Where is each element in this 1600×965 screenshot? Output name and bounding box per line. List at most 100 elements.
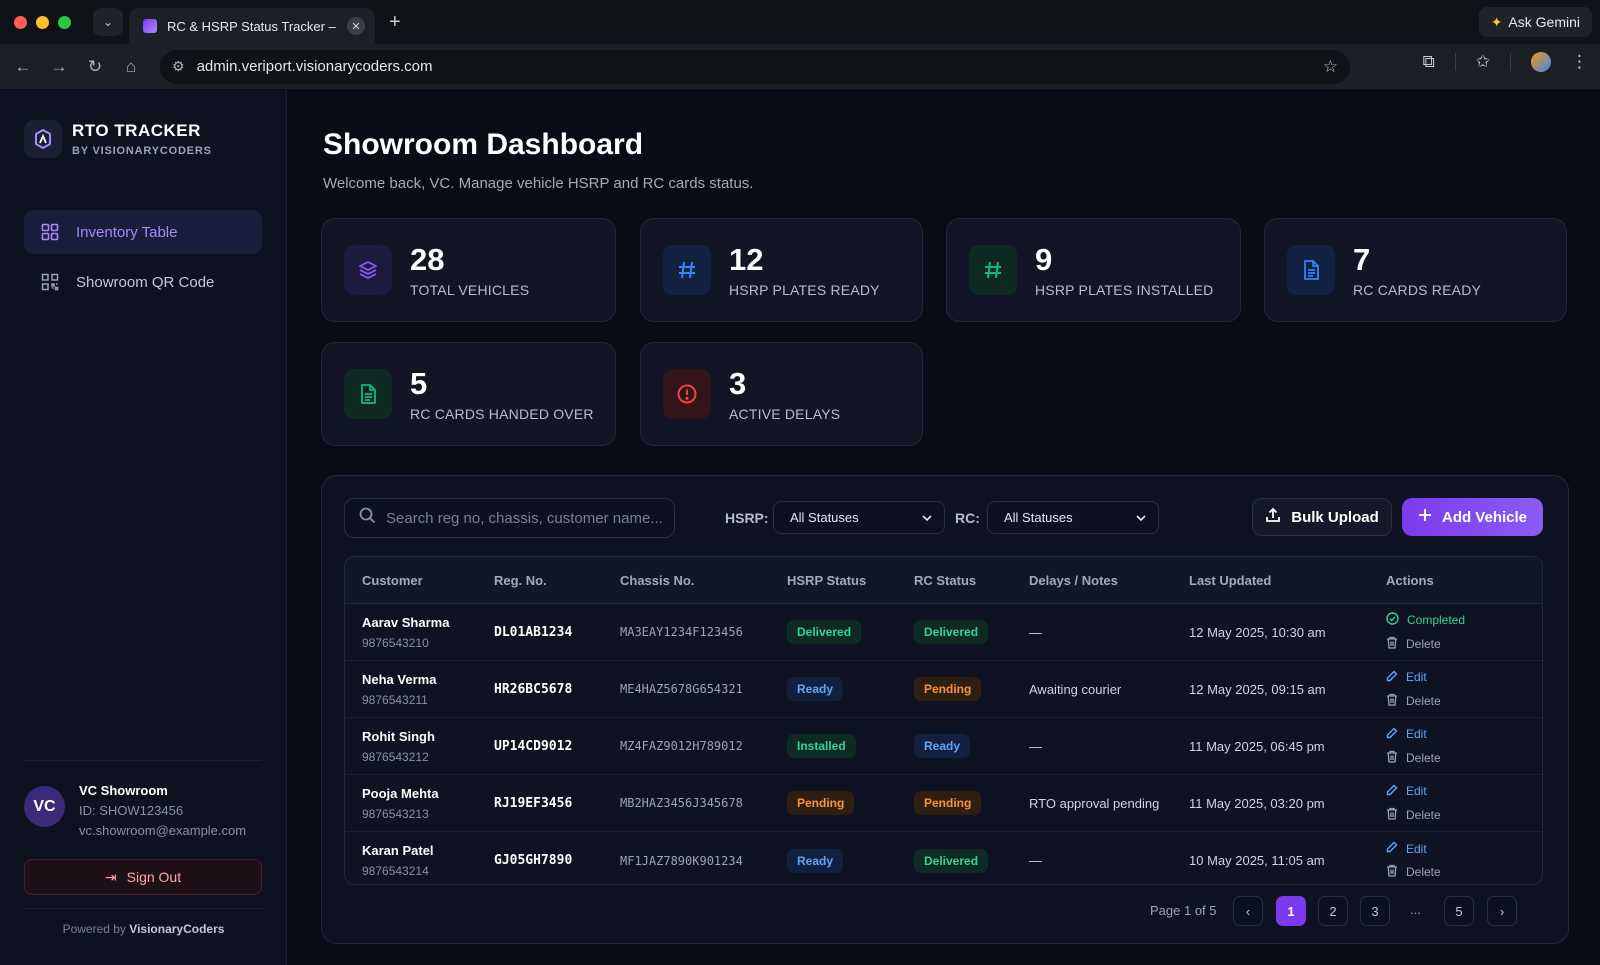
more-menu-icon[interactable]: ⋮ [1571, 52, 1588, 72]
edit-button[interactable]: Edit [1386, 670, 1441, 685]
reload-button[interactable]: ↻ [82, 57, 108, 77]
delete-button[interactable]: Delete [1386, 750, 1441, 766]
pencil-icon [1386, 727, 1398, 742]
forward-button[interactable]: → [46, 57, 72, 77]
tab-title: RC & HSRP Status Tracker – [167, 18, 336, 34]
chassis-number: ME4HAZ5678G654321 [620, 682, 743, 696]
previous-page-button[interactable]: ‹ [1233, 896, 1263, 926]
actions-cell: Completed Delete [1386, 612, 1465, 652]
customer-name: Pooja Mehta [362, 785, 439, 801]
close-tab-button[interactable]: ✕ [347, 17, 365, 35]
completed-status: Completed [1386, 612, 1465, 628]
column-header-actions: Actions [1386, 572, 1434, 588]
sidebar-item-inventory-table[interactable]: Inventory Table [24, 210, 262, 254]
chevron-down-icon: ⌄ [102, 15, 114, 29]
bookmarks-icon[interactable]: ✩ [1476, 52, 1490, 72]
alert-icon [663, 369, 711, 419]
extensions-puzzle-icon[interactable]: ⧉ [1423, 52, 1435, 72]
last-updated: 10 May 2025, 11:05 am [1189, 853, 1325, 868]
browser-tab[interactable]: RC & HSRP Status Tracker – ✕ [129, 8, 375, 44]
powered-by-prefix: Powered by [62, 922, 126, 936]
column-header-customer[interactable]: Customer [362, 573, 423, 588]
page-button-5[interactable]: 5 [1444, 896, 1474, 926]
tab-search-button[interactable]: ⌄ [93, 8, 123, 36]
reload-icon: ↻ [87, 56, 103, 76]
actions-cell: Edit Delete [1386, 727, 1441, 766]
edit-button[interactable]: Edit [1386, 727, 1441, 742]
action-label: Edit [1406, 784, 1427, 798]
sign-out-button[interactable]: ⇥ Sign Out [24, 859, 262, 895]
add-vehicle-button[interactable]: Add Vehicle [1402, 498, 1543, 536]
home-button[interactable]: ⌂ [118, 57, 144, 77]
edit-button[interactable]: Edit [1386, 784, 1441, 799]
hsrp-status-badge: Pending [787, 791, 855, 815]
search-box[interactable] [344, 498, 675, 538]
sidebar-nav: Inventory Table Showroom QR Code [24, 210, 262, 310]
stat-value: 3 [729, 366, 747, 401]
ask-gemini-button[interactable]: ✦ Ask Gemini [1478, 7, 1592, 37]
user-email: vc.showroom@example.com [79, 823, 247, 838]
address-bar[interactable]: ⚙ admin.veriport.visionarycoders.com ☆ [160, 49, 1350, 84]
column-header-reg-no[interactable]: Reg. No. [494, 573, 547, 588]
search-input[interactable] [386, 509, 666, 527]
page-title: Showroom Dashboard [323, 128, 644, 161]
customer-phone: 9876543212 [362, 749, 429, 764]
delete-button[interactable]: Delete [1386, 864, 1441, 880]
bulk-upload-button[interactable]: Bulk Upload [1252, 498, 1392, 536]
next-page-button[interactable]: › [1487, 896, 1517, 926]
last-updated: 12 May 2025, 10:30 am [1189, 624, 1326, 640]
page-button-2[interactable]: 2 [1318, 896, 1348, 926]
column-header-chassis-no[interactable]: Chassis No. [620, 573, 694, 588]
stat-label: RC CARDS HANDED OVER [410, 406, 594, 422]
customer-cell: Rohit Singh 9876543212 [362, 729, 435, 764]
site-settings-icon[interactable]: ⚙ [172, 58, 185, 75]
column-header-delays-notes[interactable]: Delays / Notes [1029, 573, 1118, 588]
sidebar-item-label: Inventory Table [76, 223, 178, 241]
page-button-1[interactable]: 1 [1276, 896, 1306, 926]
divider [24, 760, 262, 761]
new-tab-button[interactable]: + [389, 11, 401, 34]
table-row: Pooja Mehta 9876543213 RJ19EF3456 MB2HAZ345… [345, 775, 1542, 832]
table-row: Aarav Sharma 9876543210 DL01AB1234 MA3EAY12… [345, 604, 1542, 661]
edit-button[interactable]: Edit [1386, 841, 1441, 856]
hsrp-status-badge: Ready [787, 677, 844, 701]
stat-card-active-delays: 3 ACTIVE DELAYS [640, 342, 923, 446]
column-header-hsrp-status[interactable]: HSRP Status [787, 573, 866, 588]
column-header-rc-status[interactable]: RC Status [914, 573, 976, 588]
hsrp-status-badge: Ready [787, 848, 844, 873]
check-circle-icon [1386, 612, 1399, 628]
sidebar-item-showroom-qr-code[interactable]: Showroom QR Code [24, 260, 262, 304]
action-label: Edit [1406, 670, 1427, 684]
hsrp-status-badge: Installed [787, 734, 856, 758]
delete-button[interactable]: Delete [1386, 807, 1441, 823]
table-row: Rohit Singh 9876543212 UP14CD9012 MZ4FAZ901… [345, 718, 1542, 775]
page-button-3[interactable]: 3 [1360, 896, 1390, 926]
chassis-number: MZ4FAZ9012H789012 [620, 739, 743, 753]
stat-label: HSRP PLATES READY [729, 282, 880, 298]
customer-cell: Neha Verma 9876543211 [362, 672, 436, 707]
delete-button[interactable]: Delete [1386, 693, 1441, 709]
table-header: Customer Reg. No. Chassis No. HSRP Statu… [345, 557, 1542, 604]
profile-avatar-icon[interactable] [1531, 52, 1551, 72]
home-icon: ⌂ [125, 56, 137, 76]
minimize-window-button[interactable] [36, 15, 49, 29]
powered-by-name: VisionaryCoders [129, 922, 225, 936]
actions-cell: Edit Delete [1386, 841, 1441, 880]
bookmark-star-icon[interactable]: ☆ [1323, 57, 1338, 77]
pencil-icon [1386, 784, 1398, 799]
hsrp-filter-label: HSRP: [725, 510, 769, 526]
delete-label: Delete [1406, 637, 1441, 651]
search-icon [359, 507, 376, 529]
column-header-last-updated[interactable]: Last Updated [1189, 573, 1271, 588]
maximize-window-button[interactable] [58, 15, 71, 29]
delay-note: — [1029, 624, 1042, 640]
back-button[interactable]: ← [10, 57, 36, 77]
delete-button[interactable]: Delete [1386, 636, 1465, 652]
stat-label: HSRP PLATES INSTALLED [1035, 282, 1214, 298]
url-text[interactable]: admin.veriport.visionarycoders.com [197, 58, 1323, 75]
add-vehicle-label: Add Vehicle [1441, 508, 1528, 526]
rc-status-select[interactable]: All Statuses [987, 501, 1159, 534]
brand-subtitle: BY VISIONARYCODERS [72, 145, 212, 157]
close-window-button[interactable] [14, 15, 27, 29]
hsrp-status-select[interactable]: All Statuses [773, 501, 945, 534]
